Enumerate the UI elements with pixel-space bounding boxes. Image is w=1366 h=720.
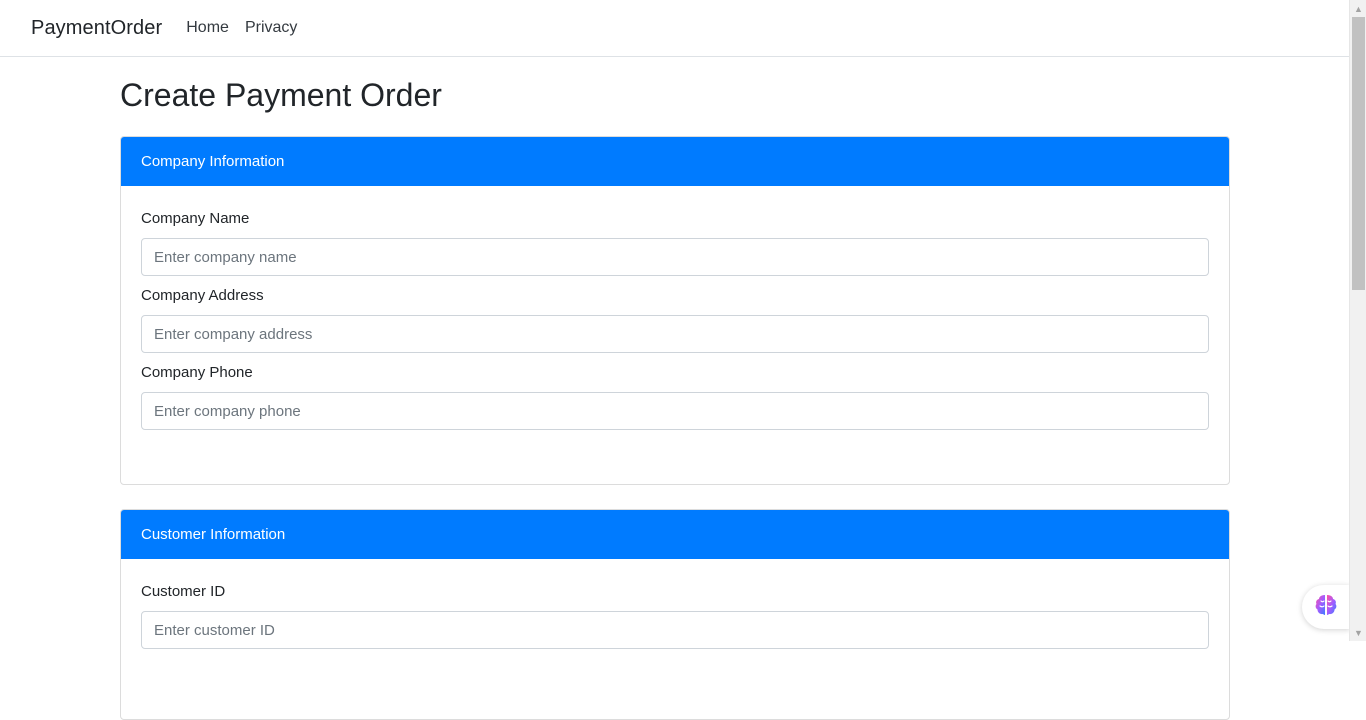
company-name-group: Company Name xyxy=(141,210,1209,276)
vertical-scrollbar[interactable]: ▲ ▼ xyxy=(1349,0,1366,641)
company-phone-label: Company Phone xyxy=(141,364,253,381)
company-name-label: Company Name xyxy=(141,210,250,227)
company-information-header: Company Information xyxy=(121,137,1229,186)
company-phone-input[interactable] xyxy=(141,392,1209,430)
brand-link[interactable]: PaymentOrder xyxy=(31,17,162,40)
customer-id-group: Customer ID xyxy=(141,583,1209,649)
company-name-input[interactable] xyxy=(141,238,1209,276)
customer-id-input[interactable] xyxy=(141,611,1209,649)
scroll-up-arrow-icon[interactable]: ▲ xyxy=(1350,0,1366,17)
assistant-floating-button[interactable] xyxy=(1302,585,1350,629)
company-address-group: Company Address xyxy=(141,287,1209,353)
customer-information-body: Customer ID xyxy=(121,559,1229,719)
top-navbar: PaymentOrder Home Privacy xyxy=(0,0,1349,57)
customer-information-header: Customer Information xyxy=(121,510,1229,559)
nav-link-home[interactable]: Home xyxy=(186,19,229,37)
page-title: Create Payment Order xyxy=(120,77,442,113)
company-information-body: Company Name Company Address Company Pho… xyxy=(121,186,1229,484)
nav-link-privacy[interactable]: Privacy xyxy=(245,19,297,37)
company-information-card: Company Information Company Name Company… xyxy=(120,136,1230,485)
company-address-input[interactable] xyxy=(141,315,1209,353)
scroll-down-arrow-icon[interactable]: ▼ xyxy=(1350,624,1366,641)
company-address-label: Company Address xyxy=(141,287,264,304)
brain-icon xyxy=(1313,592,1339,623)
customer-id-label: Customer ID xyxy=(141,583,226,600)
company-phone-group: Company Phone xyxy=(141,364,1209,430)
main-container: Create Payment Order Company Information… xyxy=(120,57,1230,720)
scrollbar-thumb[interactable] xyxy=(1352,17,1365,290)
customer-information-card: Customer Information Customer ID xyxy=(120,509,1230,720)
